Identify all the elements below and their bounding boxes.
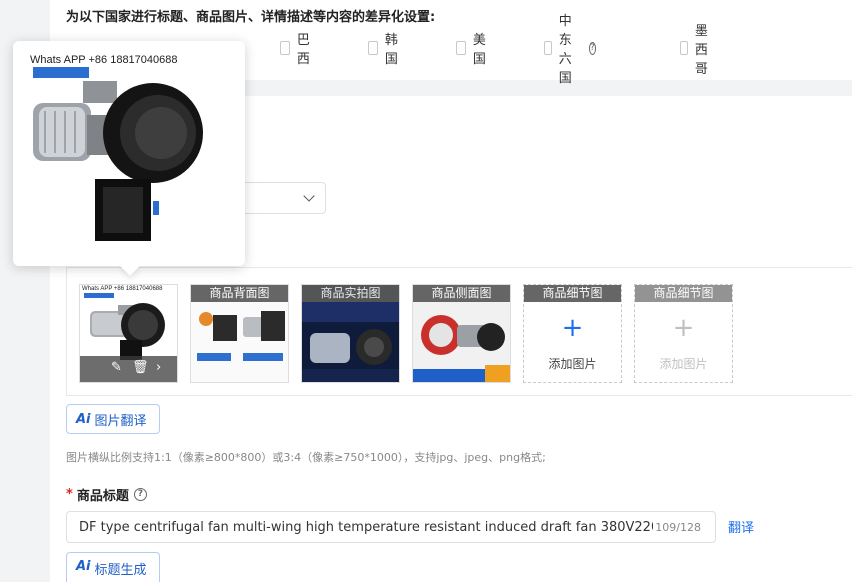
country-option-mexico[interactable]: 墨西哥 bbox=[680, 24, 714, 77]
country-option-middle-east[interactable]: 中东六国 ? bbox=[544, 14, 597, 86]
help-icon[interactable]: ? bbox=[133, 488, 147, 501]
add-image-text: 添加图片 bbox=[548, 357, 597, 371]
image-slot-label: 商品背面图 bbox=[191, 285, 288, 302]
help-icon[interactable]: ? bbox=[588, 41, 597, 55]
image-slot-side[interactable]: 商品侧面图 bbox=[412, 284, 511, 383]
image-slot-real[interactable]: 商品实拍图 bbox=[301, 284, 400, 383]
checkbox[interactable] bbox=[544, 41, 552, 55]
checkbox[interactable] bbox=[680, 41, 688, 55]
chevron-right-icon[interactable]: › bbox=[156, 360, 161, 376]
image-translate-label: 图片翻译 bbox=[94, 413, 147, 429]
country-label: 美国 bbox=[472, 33, 486, 67]
char-counter: 109/128 bbox=[655, 521, 701, 534]
plus-icon: + bbox=[561, 313, 584, 343]
image-slot-label: 商品侧面图 bbox=[413, 285, 510, 302]
image-slot-label: 商品细节图 bbox=[635, 285, 732, 302]
brand-badge bbox=[84, 293, 114, 298]
product-title-label-text: 商品标题 bbox=[76, 489, 129, 504]
checkbox[interactable] bbox=[456, 41, 466, 55]
title-generate-label: 标题生成 bbox=[94, 563, 147, 578]
image-slot-detail-add-disabled: 商品细节图 + 添加图片 bbox=[634, 284, 733, 383]
country-option-usa[interactable]: 美国 bbox=[456, 33, 490, 67]
title-translate-link[interactable]: 翻译 bbox=[728, 517, 754, 536]
edit-icon[interactable]: ✎ bbox=[111, 360, 122, 376]
title-generate-button[interactable]: Ai 标题生成 bbox=[66, 552, 160, 582]
image-slot-main[interactable]: Whats APP +86 18817040688 ✎ 🗑 › bbox=[79, 284, 178, 383]
country-label: 中东六国 bbox=[558, 14, 572, 86]
fan-preview-image bbox=[33, 81, 203, 241]
delete-icon[interactable]: 🗑 bbox=[132, 360, 149, 376]
country-label: 巴西 bbox=[296, 33, 310, 67]
country-label: 墨西哥 bbox=[694, 23, 708, 77]
plus-icon: + bbox=[672, 313, 695, 343]
product-title-value: DF type centrifugal fan multi-wing high … bbox=[79, 520, 653, 535]
product-title-label: * 商品标题 ? bbox=[66, 485, 147, 504]
image-toolbar: ✎ 🗑 › bbox=[80, 356, 177, 382]
chevron-down-icon bbox=[303, 190, 315, 202]
image-preview-popover: Whats APP +86 18817040688 bbox=[13, 41, 245, 276]
image-slot-detail-add[interactable]: 商品细节图 + 添加图片 bbox=[523, 284, 622, 383]
watermark-contact-text: Whats APP +86 18817040688 bbox=[82, 286, 163, 292]
country-option-korea[interactable]: 韩国 bbox=[368, 33, 402, 67]
checkbox[interactable] bbox=[368, 41, 378, 55]
image-translate-button[interactable]: Ai 图片翻译 bbox=[66, 404, 160, 434]
dropdown-select[interactable] bbox=[236, 182, 326, 214]
country-settings-heading: 为以下国家进行标题、商品图片、详情描述等内容的差异化设置: bbox=[66, 10, 436, 25]
required-mark: * bbox=[66, 487, 73, 502]
ai-icon: Ai bbox=[76, 411, 91, 427]
image-format-hint: 图片横纵比例支持1:1（像素≥800*800）或3:4（像素≥750*1000）… bbox=[66, 451, 546, 464]
ai-icon: Ai bbox=[76, 559, 91, 574]
country-label: 韩国 bbox=[384, 33, 398, 67]
checkbox[interactable] bbox=[280, 41, 290, 55]
product-title-input[interactable]: DF type centrifugal fan multi-wing high … bbox=[66, 511, 716, 543]
add-image-text: 添加图片 bbox=[659, 357, 708, 371]
image-slot-label: 商品细节图 bbox=[524, 285, 621, 302]
country-option-brazil[interactable]: 巴西 bbox=[280, 33, 314, 67]
image-slot-back[interactable]: 商品背面图 bbox=[190, 284, 289, 383]
image-slot-label: 商品实拍图 bbox=[302, 285, 399, 302]
